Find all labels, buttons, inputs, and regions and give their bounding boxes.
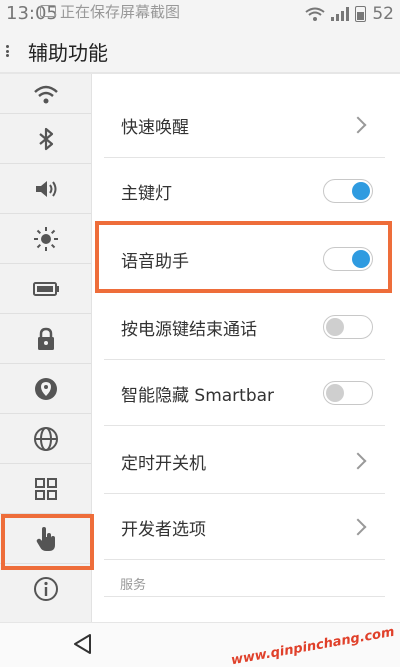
battery-level: 52 <box>372 4 394 24</box>
status-indicators: 52 <box>305 4 394 24</box>
setting-label: 定时开关机 <box>121 453 206 474</box>
wifi-status-icon <box>305 7 325 21</box>
watermark: www.qinpinchang.com <box>230 624 397 667</box>
home-key-light-toggle[interactable] <box>323 179 373 203</box>
sidebar-item-location[interactable] <box>0 364 91 414</box>
setting-scheduled-power[interactable]: 定时开关机 <box>92 428 400 494</box>
brightness-icon <box>33 226 58 251</box>
sidebar-item-security[interactable] <box>0 314 91 364</box>
setting-label: 快速唤醒 <box>121 117 189 138</box>
smartbar-hide-toggle[interactable] <box>323 381 373 405</box>
volume-icon <box>35 180 56 197</box>
sidebar-item-bluetooth[interactable] <box>0 114 91 164</box>
status-notification: 正在保存屏幕截图 <box>40 0 180 22</box>
setting-label: 智能隐藏 Smartbar <box>121 385 275 406</box>
signal-icon <box>331 7 350 21</box>
setting-label: 开发者选项 <box>121 519 206 540</box>
more-icon[interactable] <box>6 43 22 59</box>
back-icon[interactable] <box>70 631 96 657</box>
globe-icon <box>33 426 58 451</box>
highlight-accessibility <box>1 514 94 570</box>
page-title: 辅助功能 <box>28 40 108 65</box>
navigation-bar: www.qinpinchang.com <box>0 622 400 667</box>
sidebar-item-apps[interactable] <box>0 464 91 514</box>
sidebar-item-about[interactable] <box>0 564 91 614</box>
lock-icon <box>37 327 54 350</box>
bluetooth-icon <box>38 127 53 150</box>
battery-icon <box>32 281 59 296</box>
setting-label: 按电源键结束通话 <box>121 319 257 340</box>
highlight-voice-assistant <box>95 221 392 293</box>
grid-icon <box>34 477 57 500</box>
chevron-right-icon <box>349 116 367 134</box>
setting-developer-options[interactable]: 开发者选项 <box>92 494 400 560</box>
setting-home-key-light[interactable]: 主键灯 <box>92 158 400 224</box>
sidebar-item-battery[interactable] <box>0 264 91 314</box>
sidebar-item-language[interactable] <box>0 414 91 464</box>
status-notification-text: 正在保存屏幕截图 <box>60 2 181 21</box>
title-bar: 辅助功能 <box>0 30 400 74</box>
sidebar-item-sound[interactable] <box>0 164 91 214</box>
settings-list: 快速唤醒 主键灯 语音助手 按电源键结束通话 智能隐藏 Smartbar 定时开… <box>92 74 400 622</box>
image-icon <box>40 5 56 17</box>
setting-smartbar-hide[interactable]: 智能隐藏 Smartbar <box>92 360 400 426</box>
section-header-services: 服务 <box>120 578 147 593</box>
wifi-icon <box>33 85 58 103</box>
setting-label: 主键灯 <box>121 183 172 204</box>
power-key-end-call-toggle[interactable] <box>323 315 373 339</box>
chevron-right-icon <box>349 518 367 536</box>
battery-status-icon <box>355 6 367 22</box>
status-bar: 13:05 正在保存屏幕截图 52 <box>0 0 400 30</box>
chevron-right-icon <box>349 452 367 470</box>
divider <box>104 596 385 597</box>
info-icon <box>33 577 58 601</box>
sidebar-item-wifi[interactable] <box>0 74 91 114</box>
setting-quick-wake[interactable]: 快速唤醒 <box>92 92 400 158</box>
sidebar-item-display[interactable] <box>0 214 91 264</box>
setting-power-key-end-call[interactable]: 按电源键结束通话 <box>92 294 400 360</box>
location-icon <box>34 377 57 400</box>
